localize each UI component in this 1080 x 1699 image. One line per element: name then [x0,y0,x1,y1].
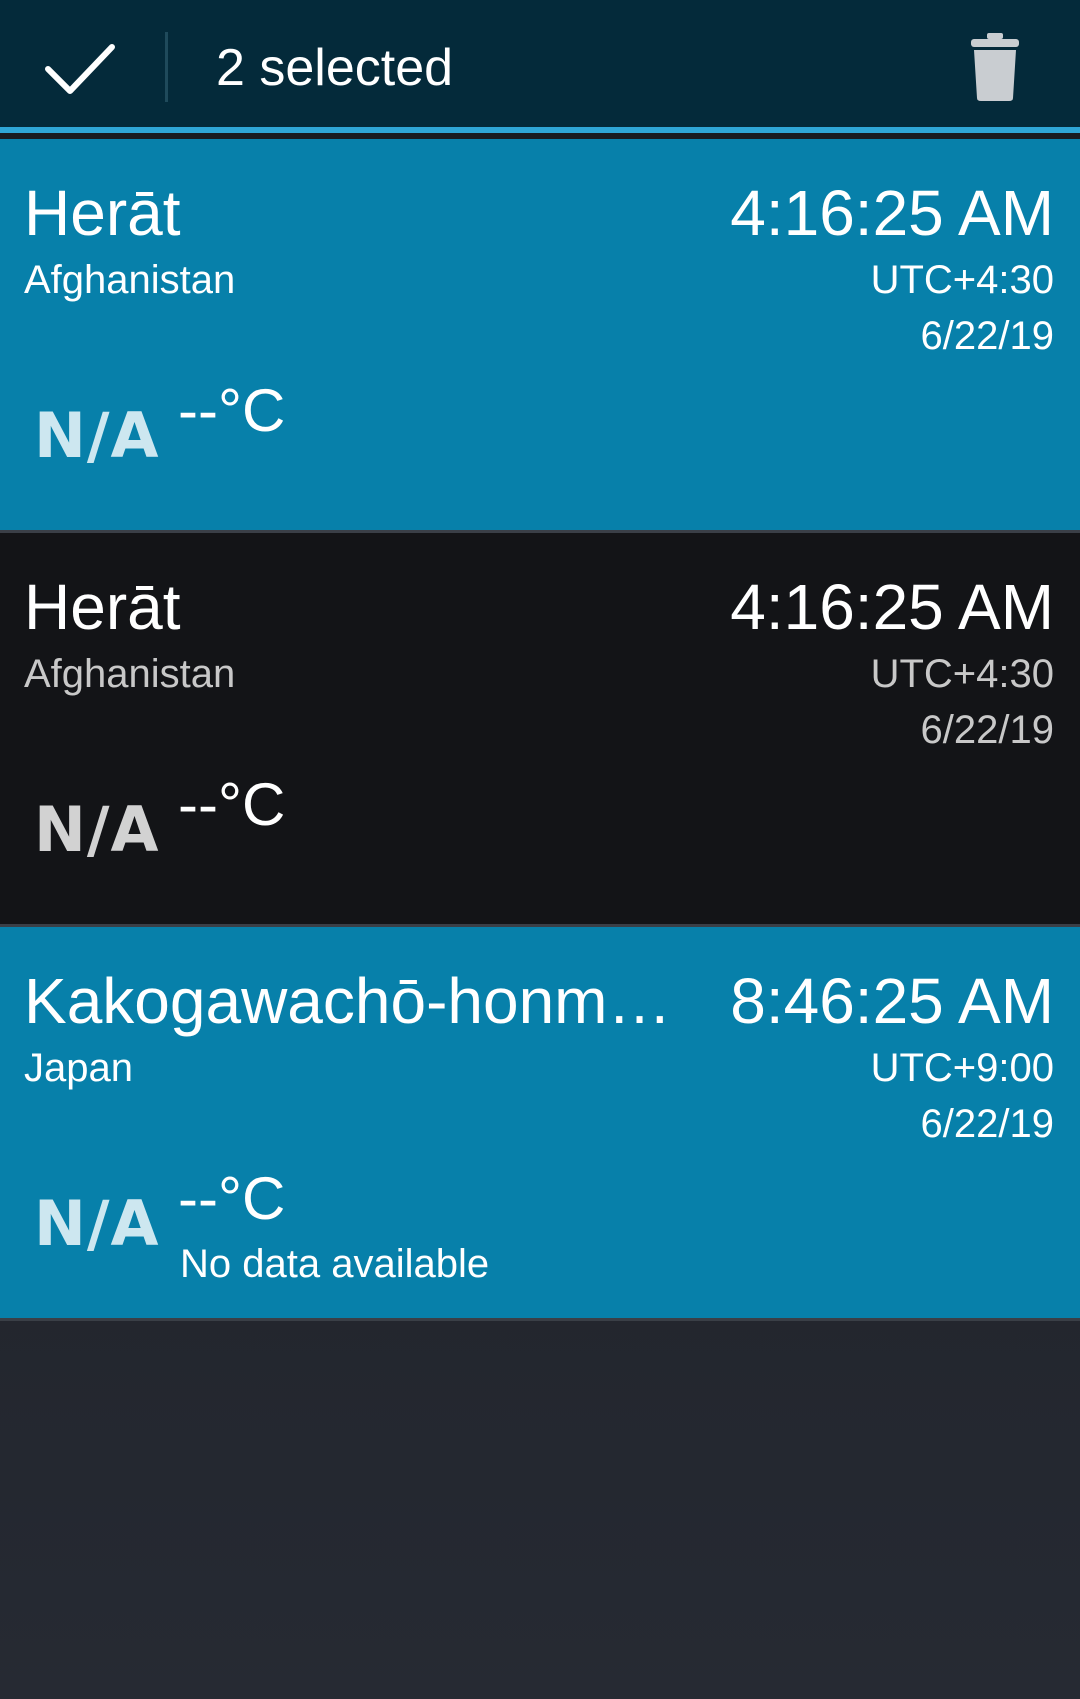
weather-unavailable-icon: N/A [34,793,160,866]
utc-offset: UTC+9:00 [870,1046,1054,1090]
city-name: Herāt [24,177,181,249]
weather-condition: No data available [180,1242,490,1286]
clock-row[interactable]: Herāt Afghanistan 4:16:25 AM UTC+4:30 6/… [0,533,1080,927]
done-button[interactable] [30,24,130,114]
clock-list: Herāt Afghanistan 4:16:25 AM UTC+4:30 6/… [0,139,1080,1321]
trash-icon [971,33,1019,101]
action-bar-divider [165,32,168,102]
local-date: 6/22/19 [920,708,1054,752]
checkmark-icon [45,44,115,94]
local-time: 8:46:25 AM [730,965,1054,1037]
utc-offset: UTC+4:30 [870,258,1054,302]
temperature: --°C [178,771,286,838]
contextual-action-bar: 2 selected [0,0,1080,133]
temperature: --°C [178,1165,286,1232]
local-date: 6/22/19 [920,1102,1054,1146]
city-name: Kakogawachō-honmachi [24,965,704,1037]
city-name: Herāt [24,571,181,643]
temperature: --°C [178,377,286,444]
local-time: 4:16:25 AM [730,177,1054,249]
country-name: Afghanistan [24,258,236,302]
local-date: 6/22/19 [920,314,1054,358]
clock-row[interactable]: Kakogawachō-honmachi Japan 8:46:25 AM UT… [0,927,1080,1321]
country-name: Afghanistan [24,652,236,696]
weather-unavailable-icon: N/A [34,1187,160,1260]
clock-row[interactable]: Herāt Afghanistan 4:16:25 AM UTC+4:30 6/… [0,139,1080,533]
utc-offset: UTC+4:30 [870,652,1054,696]
local-time: 4:16:25 AM [730,571,1054,643]
country-name: Japan [24,1046,133,1090]
weather-unavailable-icon: N/A [34,399,160,472]
selection-count: 2 selected [216,39,454,97]
delete-button[interactable] [950,22,1040,112]
